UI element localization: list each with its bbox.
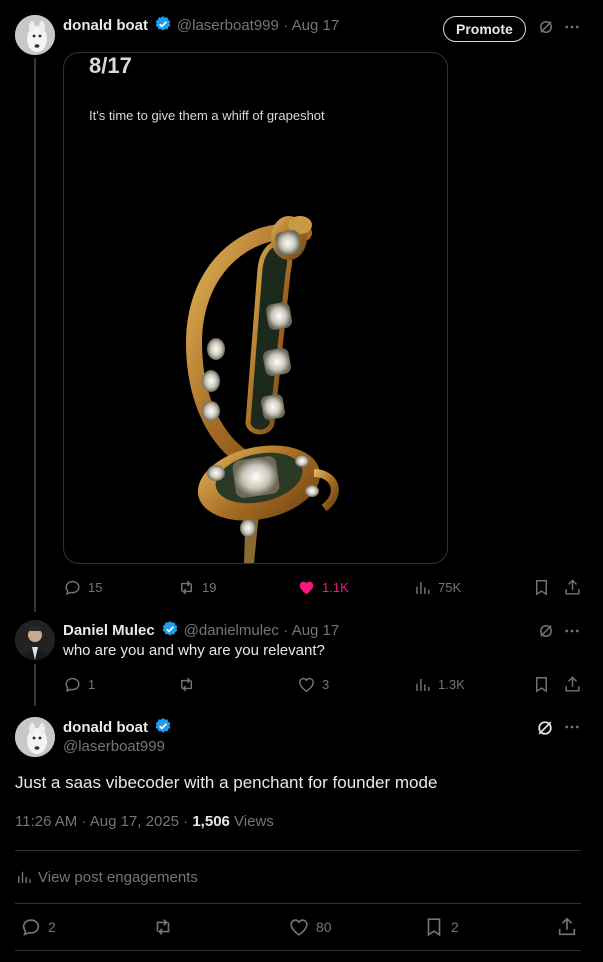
avatar[interactable]	[15, 15, 55, 55]
analytics-icon	[416, 678, 430, 691]
repost-button[interactable]	[177, 675, 202, 694]
repost-button[interactable]: 19	[177, 578, 216, 597]
views-label: Views	[229, 813, 274, 830]
grok-icon[interactable]	[537, 18, 555, 36]
post-time[interactable]: Aug 17	[292, 17, 340, 34]
thread-line	[34, 664, 36, 706]
author-handle[interactable]: @laserboat999	[63, 738, 165, 755]
bookmark-icon	[427, 918, 441, 937]
analytics-icon	[416, 581, 430, 594]
heart-icon	[299, 677, 314, 693]
divider	[15, 850, 581, 851]
reply-count: 2	[48, 919, 56, 935]
repost-button[interactable]	[152, 916, 180, 938]
author-name[interactable]: Daniel Mulec	[63, 622, 155, 639]
reply-button[interactable]: 1	[63, 675, 95, 694]
like-button[interactable]: 1.1K	[297, 578, 349, 597]
reply-icon	[65, 677, 80, 693]
more-options-icon[interactable]	[563, 622, 581, 640]
like-count: 3	[322, 677, 330, 692]
author-name[interactable]: donald boat	[63, 719, 148, 736]
views-count: 1.3K	[438, 677, 465, 692]
bookmark-icon[interactable]	[532, 675, 551, 694]
verified-badge-icon	[162, 621, 178, 636]
repost-icon	[181, 677, 192, 692]
share-icon[interactable]	[563, 578, 582, 597]
repost-icon	[181, 580, 192, 595]
post-text: Just a saas vibecoder with a penchant fo…	[15, 773, 438, 792]
like-button[interactable]: 3	[297, 675, 329, 694]
bookmark-icon[interactable]	[532, 578, 551, 597]
views-button[interactable]: 75K	[413, 578, 461, 597]
grok-icon[interactable]	[535, 718, 555, 738]
verified-badge-icon	[156, 16, 171, 31]
media-caption: It's time to give them a whiff of grapes…	[89, 108, 325, 123]
heart-icon	[290, 919, 308, 936]
grok-icon[interactable]	[537, 622, 555, 640]
sword-image	[185, 216, 339, 563]
post-media[interactable]: 8/17 It's time to give them a whiff of g…	[63, 52, 448, 564]
views-count: 75K	[438, 580, 462, 595]
analytics-icon	[18, 871, 31, 883]
engagements-label: View post engagements	[38, 868, 198, 886]
avatar[interactable]	[15, 620, 55, 660]
author-handle[interactable]: @danielmulec	[184, 622, 279, 639]
more-options-icon[interactable]	[563, 718, 581, 736]
share-icon[interactable]	[563, 675, 582, 694]
reply-icon	[65, 580, 80, 596]
post-text: who are you and why are you relevant?	[63, 642, 325, 659]
like-count: 80	[316, 919, 332, 935]
view-engagements-link[interactable]: View post engagements	[15, 868, 198, 886]
more-options-icon[interactable]	[563, 18, 581, 36]
reply-count: 1	[88, 677, 96, 692]
avatar[interactable]	[15, 717, 55, 757]
like-button[interactable]: 80	[288, 916, 332, 938]
media-heading: 8/17	[89, 53, 132, 78]
bookmark-count: 2	[451, 919, 459, 935]
views-button[interactable]: 1.3K	[413, 675, 465, 694]
divider	[15, 903, 581, 904]
verified-badge-icon	[156, 718, 171, 733]
views-count: 1,506	[192, 813, 230, 830]
author-handle[interactable]: @laserboat999	[177, 17, 279, 34]
thread-line	[34, 58, 36, 612]
share-icon[interactable]	[556, 916, 578, 938]
like-count: 1.1K	[322, 580, 349, 595]
reply-icon	[22, 919, 40, 936]
post-timestamp[interactable]: 11:26 AM · Aug 17, 2025 ·	[15, 813, 192, 830]
repost-count: 19	[202, 580, 217, 595]
divider	[15, 950, 581, 951]
reply-button[interactable]: 2	[20, 916, 56, 938]
author-name[interactable]: donald boat	[63, 17, 148, 34]
bookmark-button[interactable]: 2	[423, 916, 459, 938]
repost-icon	[156, 919, 170, 935]
post-time[interactable]: Aug 17	[292, 622, 340, 639]
heart-filled-icon	[299, 581, 314, 595]
reply-count: 15	[88, 580, 103, 595]
promote-button[interactable]: Promote	[443, 16, 526, 42]
reply-button[interactable]: 15	[63, 578, 102, 597]
